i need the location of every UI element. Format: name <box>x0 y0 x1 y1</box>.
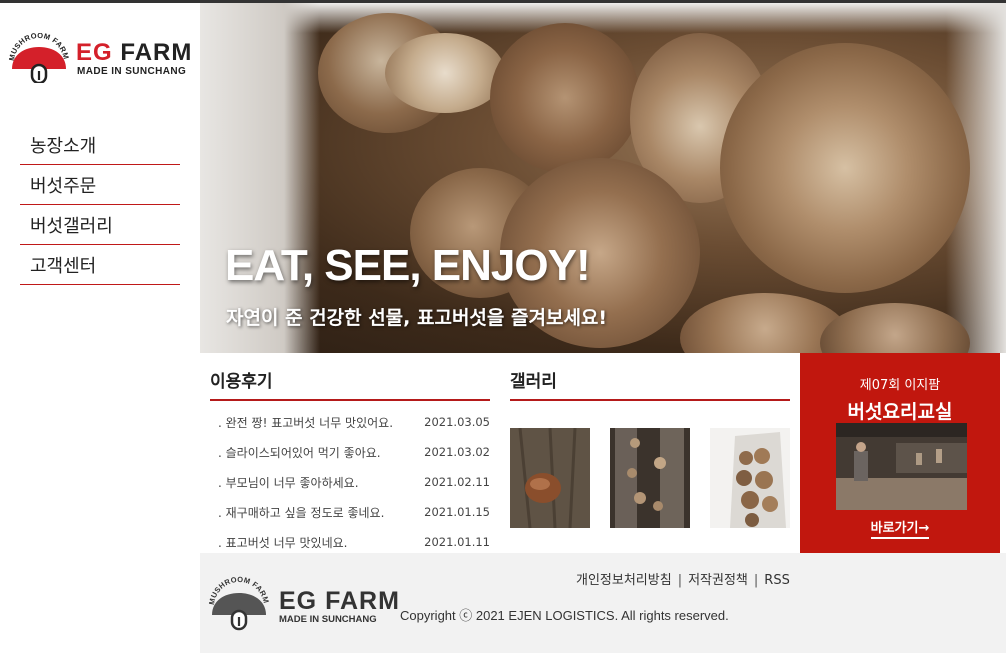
logo-tagline: MADE IN SUNCHANG <box>77 66 187 77</box>
nav-item-mushroom-gallery[interactable]: 버섯갤러리 <box>20 205 180 245</box>
cooking-class-title: 버섯요리교실 <box>847 401 953 423</box>
review-date: 2021.03.05 <box>424 415 490 429</box>
main-nav: 농장소개 버섯주문 버섯갤러리 고객센터 <box>20 125 180 285</box>
cooking-class-banner: 제07회 이지팜 버섯요리교실 바로가기→ <box>800 353 1000 553</box>
gallery-title[interactable]: 갤러리 <box>510 353 790 401</box>
hero-banner: EAT, SEE, ENJOY! 자연이 준 건강한 선물, 표고버섯을 즐겨보… <box>200 3 1006 353</box>
footer-tagline: MADE IN SUNCHANG <box>279 614 377 625</box>
site-logo[interactable]: MUSHROOM FARM EG FARM MADE IN SUNCHANG <box>8 33 196 88</box>
reviews-list: . 완전 짱! 표고버섯 너무 맛있어요. 2021.03.05 . 슬라이스되어… <box>210 407 490 557</box>
logo-brand-farm: FARM <box>120 39 193 66</box>
gallery-thumb-mushroom-box[interactable] <box>710 428 790 528</box>
footer-links: 개인정보처리방침 | 저작권정책 | RSS <box>576 569 790 588</box>
cooking-class-photo <box>836 423 967 510</box>
logo-brand-eg: EG <box>76 39 113 66</box>
copyright-policy-link[interactable]: 저작권정책 <box>688 573 748 588</box>
review-item[interactable]: . 부모님이 너무 좋아하세요. 2021.02.11 <box>210 467 490 497</box>
logo-brand: EG FARM <box>76 39 192 67</box>
review-text: . 부모님이 너무 좋아하세요. <box>218 475 359 490</box>
review-text: . 재구매하고 싶을 정도로 좋네요. <box>218 505 385 520</box>
link-separator: | <box>753 573 759 588</box>
review-text: . 슬라이스되어있어 먹기 좋아요. <box>218 445 381 460</box>
copyright-text: Copyright ⓒ 2021 EJEN LOGISTICS. All rig… <box>400 608 729 623</box>
mushroom-box-image <box>710 428 790 528</box>
review-item[interactable]: . 슬라이스되어있어 먹기 좋아요. 2021.03.02 <box>210 437 490 467</box>
review-item[interactable]: . 재구매하고 싶을 정도로 좋네요. 2021.01.15 <box>210 497 490 527</box>
privacy-policy-link[interactable]: 개인정보처리방침 <box>576 573 672 588</box>
cooking-class-link[interactable]: 바로가기→ <box>800 517 1000 539</box>
review-text: . 표고버섯 너무 맛있네요. <box>218 535 348 550</box>
mushroom-cap-shape <box>385 33 505 113</box>
review-date: 2021.01.11 <box>424 535 490 549</box>
review-date: 2021.03.02 <box>424 445 490 459</box>
mushroom-cap-shape <box>490 23 640 173</box>
gallery-thumbnails <box>510 428 790 528</box>
go-link-label[interactable]: 바로가기→ <box>870 521 930 539</box>
review-date: 2021.01.15 <box>424 505 490 519</box>
gallery-thumb-mushroom-log[interactable] <box>510 428 590 528</box>
rss-link[interactable]: RSS <box>764 573 790 588</box>
reviews-title[interactable]: 이용후기 <box>210 353 490 401</box>
sidebar: MUSHROOM FARM EG FARM MADE IN SUNCHANG 농… <box>0 3 200 653</box>
reviews-section: 이용후기 . 완전 짱! 표고버섯 너무 맛있어요. 2021.03.05 . 슬… <box>210 353 490 553</box>
nav-item-mushroom-order[interactable]: 버섯주문 <box>20 165 180 205</box>
nav-item-farm-intro[interactable]: 농장소개 <box>20 125 180 165</box>
gallery-section: 갤러리 <box>510 353 790 553</box>
footer: MUSHROOM FARM EG FARM MADE IN SUNCHANG 개… <box>200 553 1006 653</box>
review-item[interactable]: . 완전 짱! 표고버섯 너무 맛있어요. 2021.03.05 <box>210 407 490 437</box>
review-text: . 완전 짱! 표고버섯 너무 맛있어요. <box>218 415 394 430</box>
cooking-class-subtitle: 제07회 이지팜 <box>859 378 941 393</box>
footer-brand-farm: FARM <box>325 587 400 615</box>
hero-subtitle: 자연이 준 건강한 선물, 표고버섯을 즐겨보세요! <box>226 307 608 329</box>
mushroom-cap-shape <box>720 43 970 293</box>
mushroom-logo-icon: MUSHROOM FARM <box>8 33 70 83</box>
mushroom-logo-icon: MUSHROOM FARM <box>208 575 270 631</box>
mushroom-cluster-image <box>610 428 690 528</box>
review-date: 2021.02.11 <box>424 475 490 489</box>
nav-item-customer-center[interactable]: 고객센터 <box>20 245 180 285</box>
mushroom-on-log-image <box>510 428 590 528</box>
link-separator: | <box>677 573 683 588</box>
kitchen-image <box>836 423 967 510</box>
footer-brand-eg: EG <box>279 587 318 615</box>
footer-logo[interactable]: MUSHROOM FARM EG FARM MADE IN SUNCHANG <box>208 575 408 635</box>
gallery-thumb-mushroom-cluster[interactable] <box>610 428 690 528</box>
hero-title: EAT, SEE, ENJOY! <box>225 241 591 290</box>
footer-brand: EG FARM <box>279 587 400 616</box>
